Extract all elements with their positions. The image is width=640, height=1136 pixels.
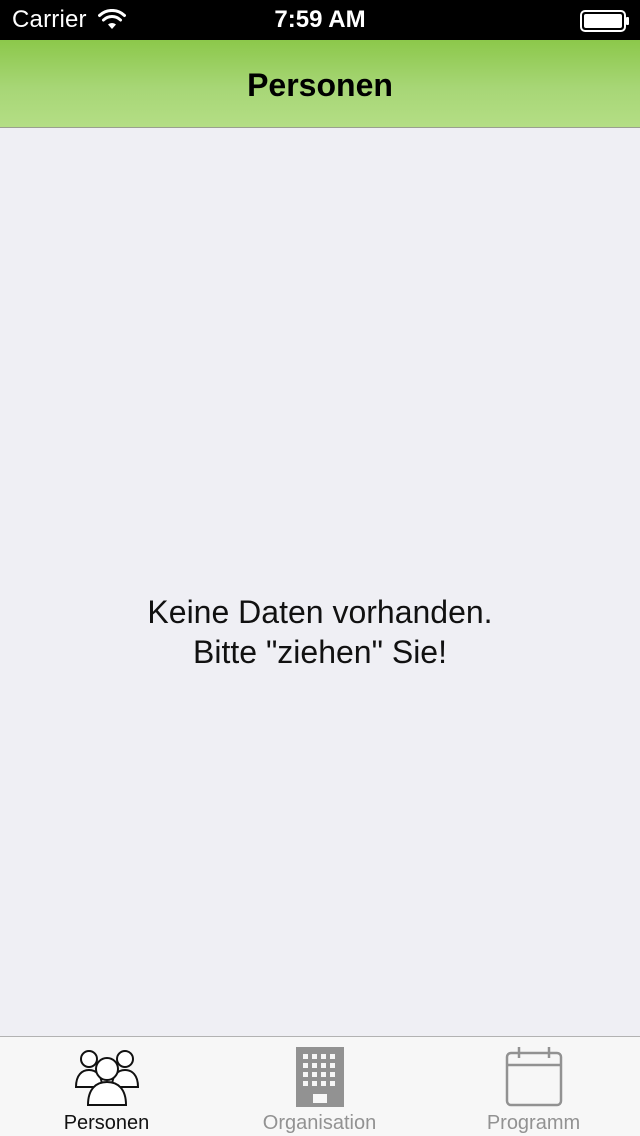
- empty-state-line-2: Bitte "ziehen" Sie!: [193, 634, 447, 670]
- navigation-bar: Personen: [0, 40, 640, 128]
- building-icon: [295, 1047, 344, 1107]
- tab-personen-label: Personen: [63, 1112, 150, 1134]
- app-screen: Carrier 7:59 AM Personen Keine Daten vor…: [0, 0, 640, 1136]
- calendar-icon: [505, 1047, 562, 1107]
- empty-state-line-1: Keine Daten vorhanden.: [147, 594, 493, 630]
- battery-icon: [580, 10, 629, 32]
- status-time: 7:59 AM: [274, 6, 366, 33]
- empty-state-message: Keine Daten vorhanden. Bitte "ziehen" Si…: [0, 592, 640, 672]
- tab-bar: Personen Organisation Programm: [0, 1036, 640, 1136]
- people-icon: [74, 1050, 139, 1106]
- content-area[interactable]: Keine Daten vorhanden. Bitte "ziehen" Si…: [0, 128, 640, 1036]
- tab-programm[interactable]: Programm: [427, 1037, 640, 1136]
- tab-organisation[interactable]: Organisation: [213, 1037, 426, 1136]
- page-title: Personen: [247, 67, 393, 103]
- status-bar: Carrier 7:59 AM: [0, 0, 640, 40]
- tab-programm-label: Programm: [486, 1112, 581, 1134]
- tab-organisation-label: Organisation: [262, 1112, 377, 1134]
- tab-personen[interactable]: Personen: [0, 1037, 213, 1136]
